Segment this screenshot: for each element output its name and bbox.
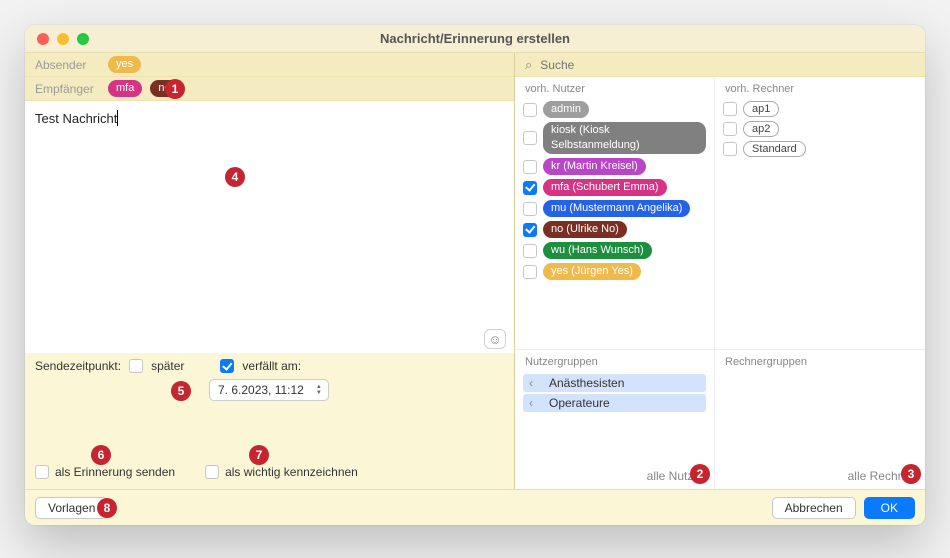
user-checkbox[interactable] (523, 181, 537, 195)
user-item[interactable]: admin (523, 99, 706, 120)
host-item[interactable]: ap1 (723, 99, 917, 119)
recipient-label: Empfänger (35, 82, 100, 96)
stepper-icon[interactable]: ▲▼ (316, 384, 322, 396)
footer: Vorlagen 8 Abbrechen OK (25, 489, 925, 525)
user-item[interactable]: wu (Hans Wunsch) (523, 240, 706, 261)
group-label: Operateure (549, 396, 610, 410)
user-item[interactable]: kiosk (Kiosk Selbstanmeldung) (523, 120, 706, 156)
later-checkbox[interactable] (129, 359, 143, 373)
user-checkbox[interactable] (523, 244, 537, 258)
all-users-button[interactable]: alle Nutzer (515, 463, 714, 489)
user-pill: kiosk (Kiosk Selbstanmeldung) (543, 122, 706, 154)
titlebar[interactable]: Nachricht/Erinnerung erstellen (25, 25, 925, 53)
recipient-pill[interactable]: no (150, 80, 178, 97)
user-group-item[interactable]: ‹ Anästhesisten (523, 374, 706, 392)
group-label: Anästhesisten (549, 376, 624, 390)
recipient-pill[interactable]: mfa (108, 80, 142, 97)
annotation-4: 4 (225, 167, 245, 187)
options-panel: ☺ Sendezeitpunkt: später verfällt am: 5 … (25, 353, 514, 489)
sender-row: Absender yes (25, 53, 514, 77)
user-pill: mfa (Schubert Emma) (543, 179, 667, 196)
message-text: Test Nachricht (35, 111, 117, 126)
user-pill: yes (Jürgen Yes) (543, 263, 641, 280)
host-groups-header: Rechnergruppen (715, 350, 925, 372)
host-checkbox[interactable] (723, 122, 737, 136)
important-checkbox[interactable] (205, 465, 219, 479)
sender-pill[interactable]: yes (108, 56, 141, 73)
user-groups-header: Nutzergruppen (515, 350, 714, 372)
user-item[interactable]: mu (Mustermann Angelika) (523, 198, 706, 219)
host-pill: ap1 (743, 101, 779, 117)
host-pill: Standard (743, 141, 806, 157)
templates-button[interactable]: Vorlagen (35, 497, 108, 519)
host-checkbox[interactable] (723, 142, 737, 156)
user-item[interactable]: no (Ulrike No) (523, 219, 706, 240)
send-time-label: Sendezeitpunkt: (35, 359, 121, 373)
hosts-header: vorh. Rechner (715, 77, 925, 99)
user-checkbox[interactable] (523, 202, 537, 216)
cancel-button[interactable]: Abbrechen (772, 497, 856, 519)
ok-button[interactable]: OK (864, 497, 915, 519)
host-item[interactable]: ap2 (723, 119, 917, 139)
reminder-checkbox[interactable] (35, 465, 49, 479)
sender-label: Absender (35, 58, 100, 72)
recipient-row: Empfänger mfa no 1 (25, 77, 514, 101)
search-input[interactable] (538, 57, 915, 73)
user-checkbox[interactable] (523, 103, 537, 117)
later-label: später (151, 359, 184, 373)
user-checkbox[interactable] (523, 223, 537, 237)
host-item[interactable]: Standard (723, 139, 917, 159)
important-label: als wichtig kennzeichnen (225, 465, 358, 479)
user-group-item[interactable]: ‹ Operateure (523, 394, 706, 412)
close-icon[interactable] (37, 33, 49, 45)
expires-checkbox[interactable] (220, 359, 234, 373)
user-item[interactable]: mfa (Schubert Emma) (523, 177, 706, 198)
user-pill: no (Ulrike No) (543, 221, 627, 238)
expires-label: verfällt am: (242, 359, 301, 373)
minimize-icon[interactable] (57, 33, 69, 45)
user-pill: mu (Mustermann Angelika) (543, 200, 690, 217)
user-pill: kr (Martin Kreisel) (543, 158, 646, 175)
user-checkbox[interactable] (523, 160, 537, 174)
search-row: ⌕ (515, 53, 925, 77)
user-pill: admin (543, 101, 589, 118)
expires-datetime-input[interactable]: 7. 6.2023, 11:12 ▲▼ (209, 379, 329, 401)
chevron-left-icon: ‹ (529, 376, 539, 390)
window-title: Nachricht/Erinnerung erstellen (25, 31, 925, 46)
all-hosts-button[interactable]: alle Rechner (715, 463, 925, 489)
user-checkbox[interactable] (523, 265, 537, 279)
user-checkbox[interactable] (523, 131, 537, 145)
chevron-left-icon: ‹ (529, 396, 539, 410)
reminder-label: als Erinnerung senden (55, 465, 175, 479)
emoji-picker-button[interactable]: ☺ (484, 329, 506, 349)
search-icon: ⌕ (525, 57, 532, 73)
message-window: Nachricht/Erinnerung erstellen Absender … (25, 25, 925, 525)
host-checkbox[interactable] (723, 102, 737, 116)
maximize-icon[interactable] (77, 33, 89, 45)
host-pill: ap2 (743, 121, 779, 137)
users-header: vorh. Nutzer (515, 77, 714, 99)
message-textarea[interactable]: Test Nachricht 4 (25, 101, 514, 353)
user-item[interactable]: yes (Jürgen Yes) (523, 261, 706, 282)
user-item[interactable]: kr (Martin Kreisel) (523, 156, 706, 177)
user-pill: wu (Hans Wunsch) (543, 242, 652, 259)
